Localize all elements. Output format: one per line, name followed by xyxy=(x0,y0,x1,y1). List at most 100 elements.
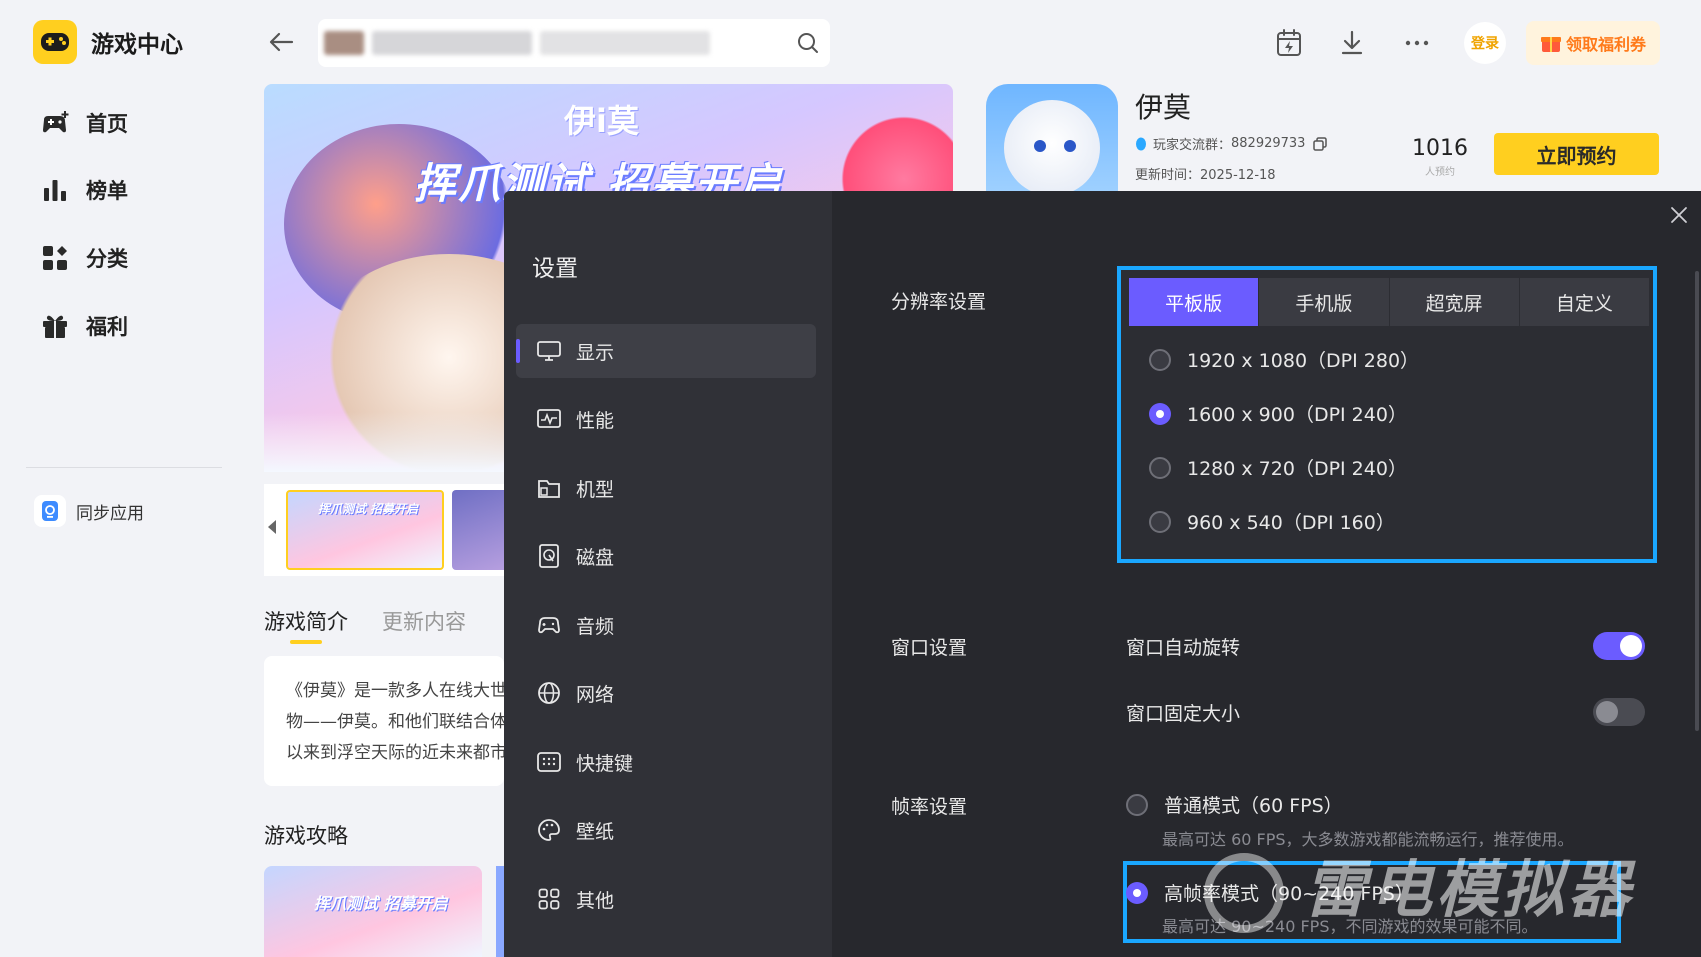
resolution-option-960x540[interactable]: 960 x 540（DPI 160） xyxy=(1149,508,1395,535)
app-name: 游戏中心 xyxy=(91,32,183,58)
copy-icon[interactable] xyxy=(1313,136,1328,151)
radio-button[interactable] xyxy=(1149,456,1171,479)
sidebar-item-category[interactable]: 分类 xyxy=(40,243,128,273)
blurred-search-text xyxy=(540,31,710,55)
settings-nav: 设置 显示 性能 机型 磁盘 音频 网络 快捷键 壁纸 其他 xyxy=(504,191,832,957)
reserve-count: 1016 人预约 xyxy=(1410,136,1470,178)
settings-nav-other[interactable]: 其他 xyxy=(516,872,816,926)
screenshot-thumbnails: 挥爪测试 招募开启 xyxy=(264,484,512,576)
disk-icon xyxy=(536,543,562,569)
settings-nav-shortcut[interactable]: 快捷键 xyxy=(516,735,816,789)
fps-normal-option[interactable]: 普通模式（60 FPS） xyxy=(1126,791,1343,818)
toggle-knob xyxy=(1596,701,1618,723)
settings-nav-label: 机型 xyxy=(576,478,615,501)
settings-title: 设置 xyxy=(532,256,578,282)
sidebar-item-welfare[interactable]: 福利 xyxy=(40,311,128,341)
palette-icon xyxy=(536,817,562,843)
fps-normal-label: 普通模式（60 FPS） xyxy=(1164,795,1343,817)
resolution-option-label: 1920 x 1080（DPI 280） xyxy=(1187,350,1420,372)
claim-coupon-button[interactable]: 领取福利券 xyxy=(1526,21,1660,65)
radio-button-selected[interactable] xyxy=(1126,881,1148,904)
fps-normal-desc: 最高可达 60 FPS，大多数游戏都能流畅运行，推荐使用。 xyxy=(1162,830,1574,849)
guide-image[interactable]: 挥爪测试 招募开启 xyxy=(264,866,482,957)
settings-nav-audio[interactable]: 音频 xyxy=(516,598,816,652)
settings-nav-wallpaper[interactable]: 壁纸 xyxy=(516,803,816,857)
settings-nav-network[interactable]: 网络 xyxy=(516,666,816,720)
settings-nav-disk[interactable]: 磁盘 xyxy=(516,529,816,583)
radio-button-selected[interactable] xyxy=(1149,402,1171,425)
intro-line: 以来到浮空天际的近未来都市 xyxy=(286,743,504,763)
apps-grid-icon xyxy=(536,886,562,912)
tab-ultrawide[interactable]: 超宽屏 xyxy=(1390,278,1520,326)
radio-button[interactable] xyxy=(1149,348,1171,371)
sidebar-item-ranking[interactable]: 榜单 xyxy=(40,175,128,205)
login-button[interactable]: 登录 xyxy=(1464,22,1506,64)
bar-chart-icon xyxy=(40,175,70,205)
calendar-flash-icon xyxy=(1277,29,1301,56)
auto-rotate-label: 窗口自动旋转 xyxy=(1126,637,1241,659)
gift-icon xyxy=(40,311,70,341)
tab-update-content[interactable]: 更新内容 xyxy=(382,606,466,636)
settings-nav-performance[interactable]: 性能 xyxy=(516,392,816,446)
tab-phone[interactable]: 手机版 xyxy=(1259,278,1390,326)
reserve-now-button[interactable]: 立即预约 xyxy=(1494,133,1659,175)
thumbnail-title: 挥爪测试 招募开启 xyxy=(318,502,419,516)
fixed-size-toggle[interactable] xyxy=(1593,698,1645,726)
sidebar-divider xyxy=(26,467,222,468)
calendar-button[interactable] xyxy=(1272,26,1306,60)
gift-coupon-icon xyxy=(1540,37,1561,52)
tab-tablet[interactable]: 平板版 xyxy=(1129,278,1260,326)
search-icon[interactable] xyxy=(796,31,820,55)
more-button[interactable] xyxy=(1400,26,1434,60)
qq-penguin-icon xyxy=(1136,137,1146,150)
keyboard-icon xyxy=(536,749,562,775)
intro-tabs: 游戏简介 更新内容 xyxy=(264,606,500,644)
thumbnail-item[interactable]: 挥爪测试 招募开启 xyxy=(286,490,444,570)
sync-app-icon xyxy=(34,495,66,527)
download-button[interactable] xyxy=(1335,26,1369,60)
radio-button[interactable] xyxy=(1126,793,1148,816)
resolution-option-1920x1080[interactable]: 1920 x 1080（DPI 280） xyxy=(1149,346,1419,373)
settings-nav-display[interactable]: 显示 xyxy=(516,324,816,378)
watermark-logo-icon xyxy=(1204,853,1284,933)
update-time-label: 更新时间： xyxy=(1135,168,1201,183)
guide-image-title: 挥爪测试 招募开启 xyxy=(314,894,448,913)
tab-custom[interactable]: 自定义 xyxy=(1520,278,1649,326)
performance-icon xyxy=(536,406,562,432)
globe-icon xyxy=(536,680,562,706)
app-brand[interactable]: 游戏中心 xyxy=(33,20,183,64)
update-time-value: 2025-12-18 xyxy=(1200,168,1276,183)
intro-line: 《伊莫》是一款多人在线大世 xyxy=(286,681,504,701)
thumbnail-item[interactable] xyxy=(452,490,512,570)
resolution-tabs: 平板版 手机版 超宽屏 自定义 xyxy=(1129,278,1649,326)
settings-scrollbar[interactable] xyxy=(1695,271,1699,731)
monitor-icon xyxy=(536,338,562,364)
sidebar-item-label: 分类 xyxy=(86,247,128,271)
sync-apps-button[interactable]: 同步应用 xyxy=(34,495,144,527)
reserve-count-label: 人预约 xyxy=(1425,167,1455,178)
category-grid-icon xyxy=(40,243,70,273)
resolution-option-1280x720[interactable]: 1280 x 720（DPI 240） xyxy=(1149,454,1407,481)
game-title: 伊莫 xyxy=(1135,91,1192,124)
tab-game-intro[interactable]: 游戏简介 xyxy=(264,606,348,644)
sidebar-item-home[interactable]: 首页 xyxy=(40,108,128,138)
fps-settings-label: 帧率设置 xyxy=(891,796,968,818)
settings-nav-device-model[interactable]: 机型 xyxy=(516,461,816,515)
radio-button[interactable] xyxy=(1149,510,1171,533)
game-icon-eye xyxy=(1034,140,1046,152)
settings-nav-label: 性能 xyxy=(576,409,615,432)
back-button[interactable] xyxy=(266,28,298,56)
settings-nav-label: 快捷键 xyxy=(576,752,634,775)
resolution-option-1600x900[interactable]: 1600 x 900（DPI 240） xyxy=(1149,400,1407,427)
settings-nav-label: 磁盘 xyxy=(576,546,615,569)
left-sidebar: 游戏中心 首页 榜单 分类 福利 同步应用 xyxy=(0,0,240,957)
thumb-prev-icon[interactable] xyxy=(268,520,276,534)
settings-dialog: 设置 显示 性能 机型 磁盘 音频 网络 快捷键 壁纸 其他 分辨率设置 平板版… xyxy=(504,191,1701,957)
close-icon[interactable] xyxy=(1667,203,1691,227)
auto-rotate-toggle[interactable] xyxy=(1593,632,1645,660)
search-input[interactable] xyxy=(318,19,830,67)
settings-nav-label: 显示 xyxy=(576,341,615,364)
resolution-option-label: 960 x 540（DPI 160） xyxy=(1187,512,1395,534)
reserve-count-number: 1016 xyxy=(1412,136,1468,161)
blurred-search-thumbnail xyxy=(324,31,364,55)
